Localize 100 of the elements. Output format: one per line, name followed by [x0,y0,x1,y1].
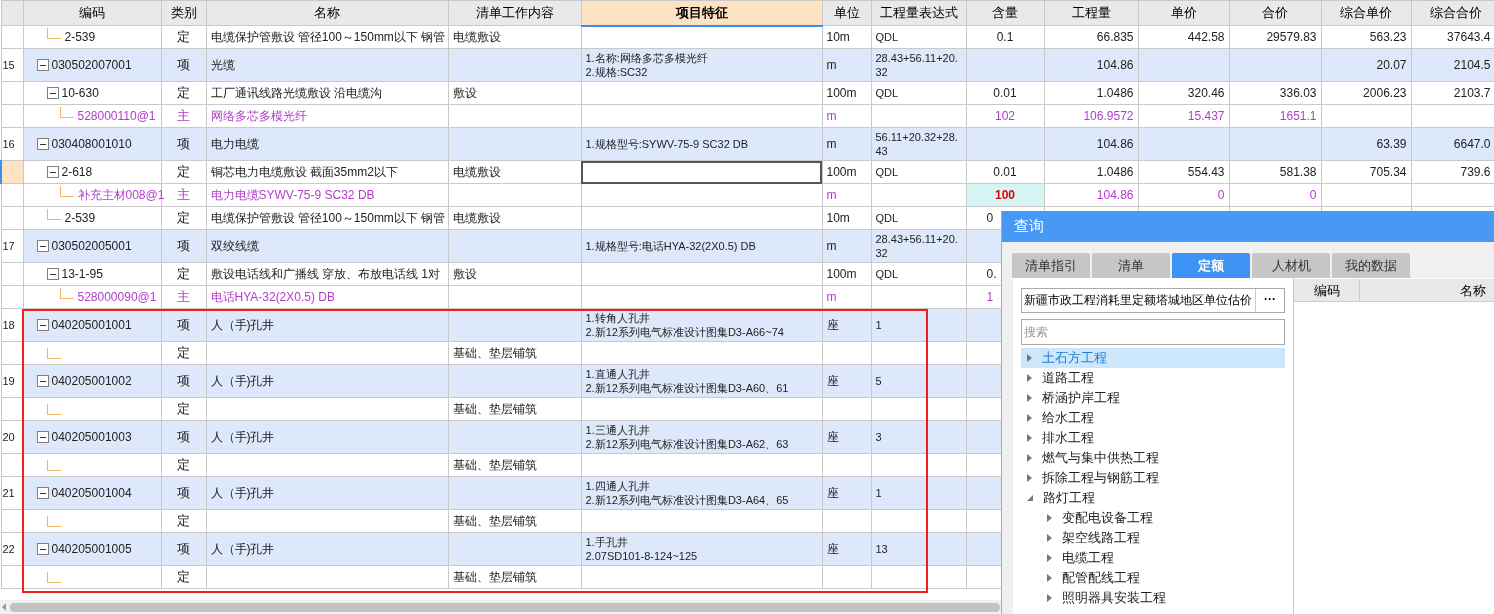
expand-arrow-icon[interactable] [1047,554,1052,562]
tree-item[interactable]: 电缆工程 [1021,548,1285,568]
table-cell: 主 [177,108,190,123]
table-cell: 104.86 [1096,58,1134,72]
table-cell: 基础、垫层铺筑 [452,458,537,472]
table-cell: 320.46 [1187,86,1225,100]
search-field[interactable]: 搜索 [1021,319,1285,345]
column-header[interactable]: 名称 [1360,279,1494,301]
tree-item[interactable]: 燃气与集中供热工程 [1021,448,1285,468]
expand-arrow-icon[interactable] [1027,394,1032,402]
table-cell: 0.01 [993,165,1017,179]
tree-item[interactable]: 给水工程 [1021,408,1285,428]
table-cell: m [826,188,837,202]
table-cell-text: 040205001005 [51,541,132,558]
feature-line: 2.新12系列电气标准设计图集D3-A62、63 [585,437,790,451]
collapse-icon[interactable] [36,431,49,443]
table-cell: 104.86 [1096,137,1134,151]
column-header[interactable]: 单价 [1170,5,1197,21]
collapse-icon[interactable] [46,87,59,99]
feature-line: 1.三通人孔井 [585,423,651,437]
tree-item[interactable]: 排水工程 [1021,428,1285,448]
tree-item[interactable]: 架空线路工程 [1021,528,1285,548]
expand-arrow-icon[interactable] [1027,414,1032,422]
table-cell: 63.39 [1376,137,1407,151]
table-cell: 定 [177,457,190,472]
column-header[interactable]: 编码 [79,5,105,21]
tab[interactable]: 人材机 [1252,253,1330,278]
collapse-icon[interactable] [46,166,59,178]
table-cell: 100m [826,165,857,179]
column-header[interactable]: 项目特征 [675,5,728,20]
tree-item[interactable]: 照明器具安装工程 [1021,588,1285,608]
table-cell: 项 [177,136,190,151]
expand-arrow-icon[interactable] [1047,534,1052,542]
expand-arrow-icon[interactable] [1027,454,1032,462]
tree-item[interactable]: 变配电设备工程 [1021,508,1285,528]
tab[interactable]: 清单指引 [1012,253,1090,278]
collapse-icon[interactable] [36,59,49,71]
feature-line: 2.新12系列电气标准设计图集D3-A60、61 [585,381,790,395]
expand-arrow-icon[interactable] [1027,434,1032,442]
table-cell: m [826,290,837,304]
column-header[interactable]: 编码 [1294,279,1360,301]
table-cell: m [826,58,837,72]
tree-line [46,459,61,471]
table-cell: QDL [875,31,899,43]
collapse-icon[interactable] [36,375,49,387]
table-cell: 29579.83 [1266,30,1317,44]
table-cell: 网络多芯多模光纤 [210,109,307,123]
table-cell: 106.9572 [1083,109,1134,123]
table-cell-text: 040205001003 [51,429,132,446]
table-cell: 定 [177,85,190,100]
tree-item[interactable]: 配管配线工程 [1021,568,1285,588]
table-cell: 581.38 [1279,165,1317,179]
table-cell: 1.0486 [1096,165,1134,179]
collapse-icon[interactable] [46,268,59,280]
table-cell: 项 [177,429,190,444]
table-cell: 739.6 [1460,165,1491,179]
tree-item[interactable]: 桥涵护岸工程 [1021,388,1285,408]
row-number: 20 [2,430,15,443]
collapse-icon[interactable] [36,240,49,252]
table-cell: 554.43 [1187,165,1225,179]
table-cell: 电力电缆SYWV-75-9 SC32 DB [210,188,375,202]
library-select[interactable]: 新疆市政工程消耗里定额塔城地区单位估价 ··· [1021,288,1285,313]
table-cell: 电话HYA-32(2X0.5) DB [210,290,335,304]
tab[interactable]: 我的数据 [1332,253,1410,278]
table-cell-text: 2-539 [64,29,96,46]
table-cell: 项 [177,238,190,253]
dialog-title: 查询 [1014,216,1044,237]
table-cell: 人（手)孔井 [210,374,275,388]
tree-line [59,288,74,299]
table-cell: 定 [177,29,190,44]
collapse-icon[interactable] [36,138,49,150]
tree-item[interactable]: 道路工程 [1021,368,1285,388]
expand-arrow-icon[interactable] [1047,594,1052,602]
expand-arrow-icon[interactable] [1047,514,1052,522]
feature-line: 2.规格:SC32 [585,65,649,79]
collapse-icon[interactable] [36,543,49,555]
expand-arrow-icon[interactable] [1027,354,1032,362]
collapse-icon[interactable] [36,319,49,331]
collapse-icon[interactable] [36,487,49,499]
expand-arrow-icon[interactable] [1047,574,1052,582]
table-cell: 座 [826,542,839,556]
feature-line: 2.新12系列电气标准设计图集D3-A66~74 [585,325,785,339]
table-cell-text: 2-539 [64,210,96,227]
tree-item[interactable]: 拆除工程与钢筋工程 [1021,468,1285,488]
column-header[interactable]: 名称 [314,5,340,21]
expand-arrow-icon[interactable] [1027,474,1032,482]
table-cell: 基础、垫层铺筑 [452,346,537,360]
table-cell: QDL [875,212,899,224]
feature-line: 1.直通人孔井 [585,367,651,381]
table-cell: 20.07 [1376,58,1407,72]
table-cell: 电缆保护管敷设 管径100～150mm以下 钢管 [210,211,446,225]
collapse-arrow-icon[interactable] [1027,495,1033,501]
column-header[interactable]: 合价 [1262,5,1288,21]
expand-arrow-icon[interactable] [1027,374,1032,382]
tab[interactable]: 清单 [1092,253,1170,278]
tree-item[interactable]: 路灯工程 [1021,488,1285,508]
table-cell: 定 [177,266,190,281]
table-cell-text: 040205001001 [51,317,132,334]
table-cell: 2006.23 [1363,86,1407,100]
table-cell: 442.58 [1187,30,1225,44]
